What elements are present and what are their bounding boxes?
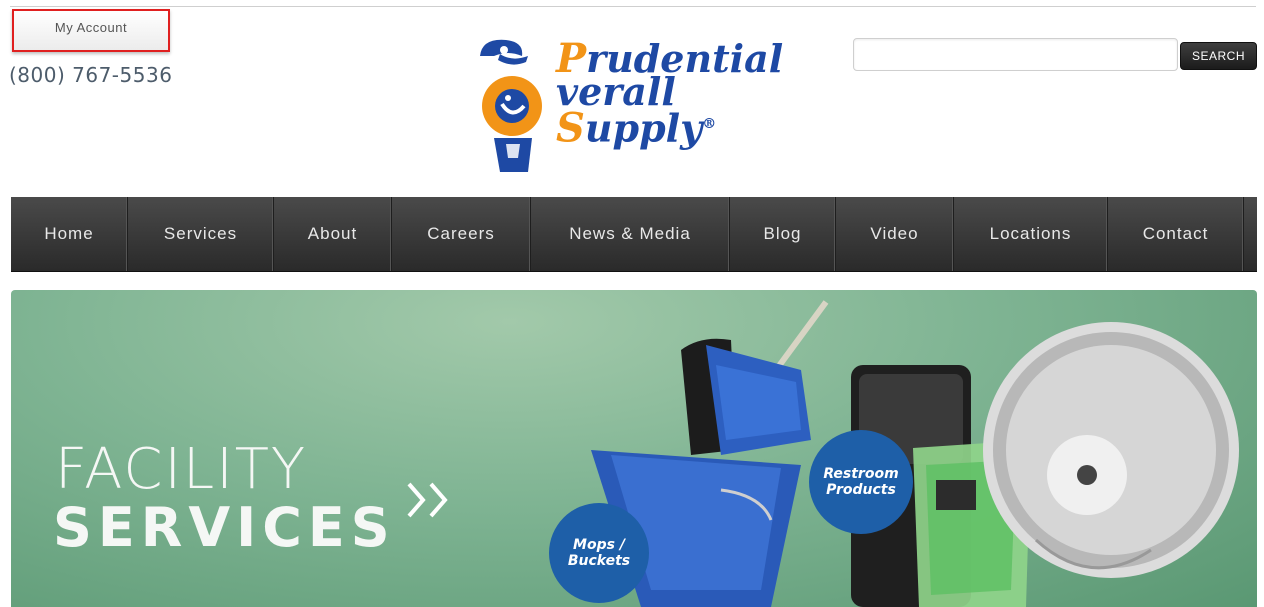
badge-restroom-products[interactable]: Restroom Products [809,430,913,534]
nav-item-services[interactable]: Services [128,197,274,271]
hero-title-line2: SERVICES [53,496,396,559]
phone-number[interactable]: (800) 767-5536 [9,63,172,87]
hero-banner[interactable]: FACILITY SERVICES Restroom Products Mops… [11,290,1257,607]
main-nav: Home Services About Careers News & Media… [11,197,1257,272]
hero-title-line1: FACILITY [55,437,308,502]
badge-mops-buckets[interactable]: Mops / Buckets [549,503,649,603]
nav-item-careers[interactable]: Careers [392,197,531,271]
search-input[interactable] [853,38,1178,71]
mascot-icon [480,39,542,172]
search-button[interactable]: SEARCH [1180,42,1257,70]
nav-item-about[interactable]: About [274,197,392,271]
nav-item-video[interactable]: Video [836,197,954,271]
logo-line-supply: Supply® [556,104,717,152]
nav-item-locations[interactable]: Locations [954,197,1108,271]
double-chevron-right-icon[interactable] [403,470,463,530]
nav-item-home[interactable]: Home [11,197,128,271]
site-logo[interactable]: Prudential verall Supply® [472,34,802,174]
top-divider [10,6,1256,7]
nav-item-blog[interactable]: Blog [730,197,836,271]
nav-item-news-media[interactable]: News & Media [531,197,730,271]
my-account-button[interactable]: My Account [12,9,170,52]
nav-item-contact[interactable]: Contact [1108,197,1244,271]
